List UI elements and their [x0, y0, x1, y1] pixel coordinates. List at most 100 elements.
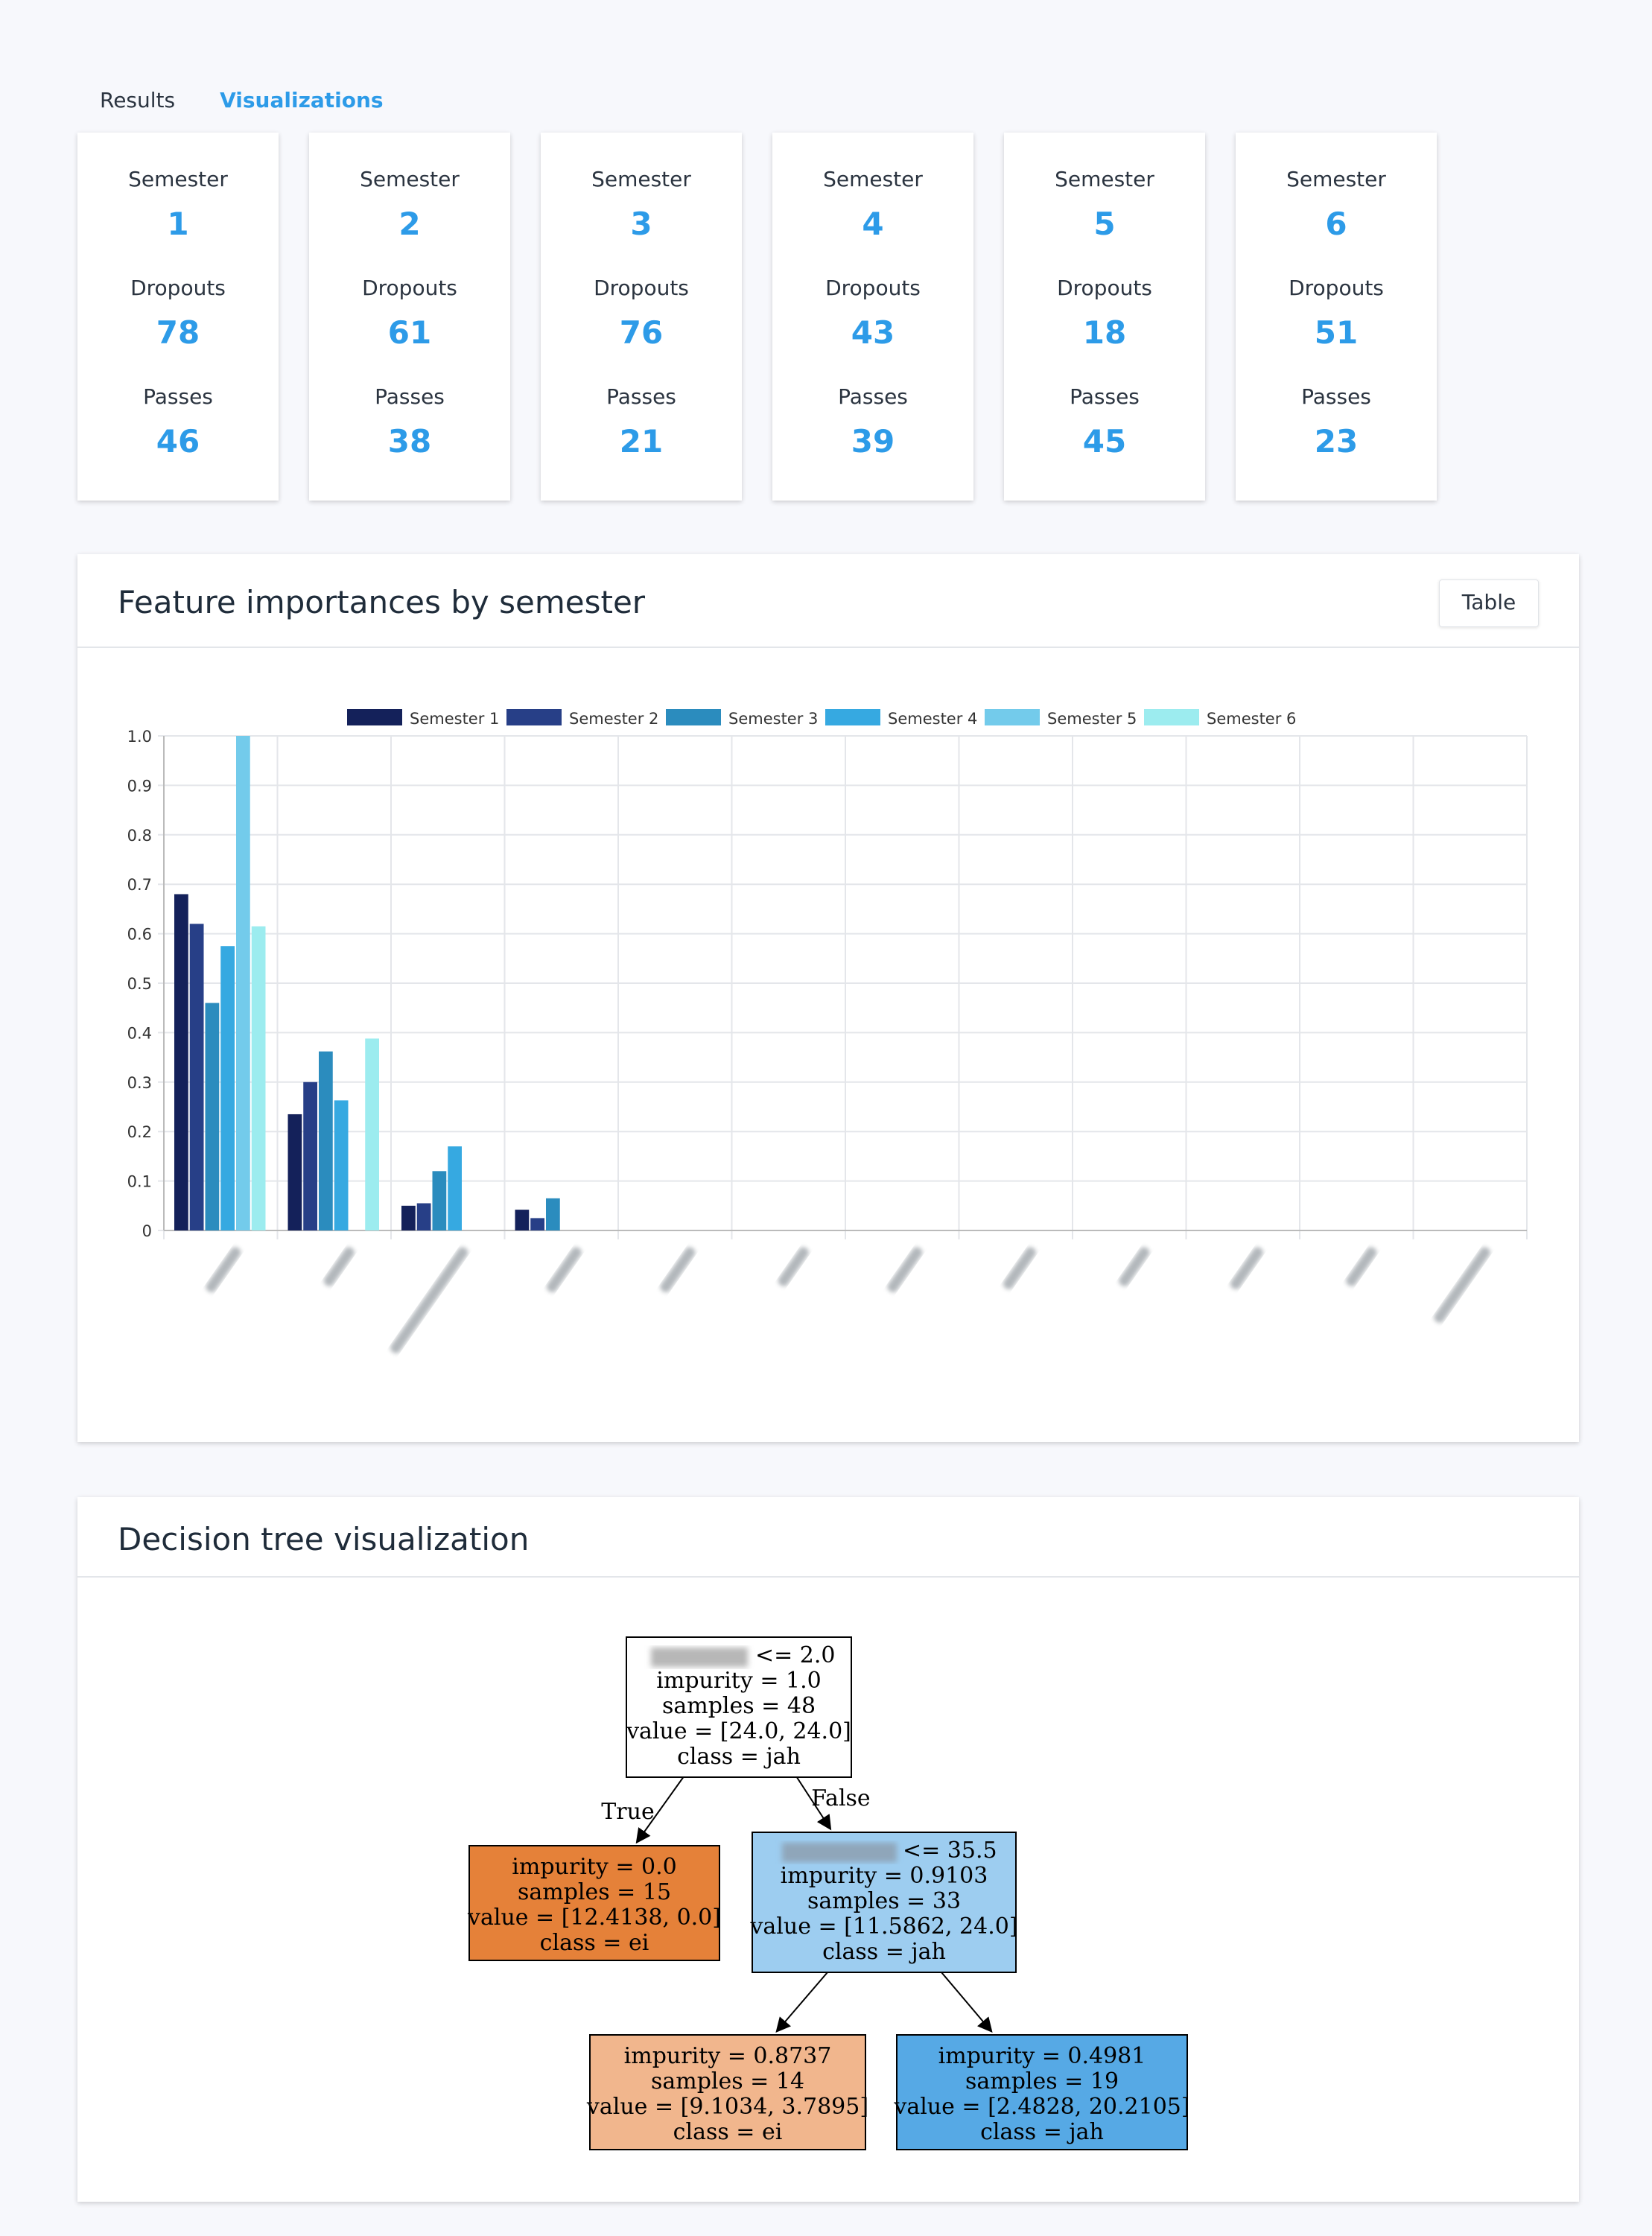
bar-semester-1	[174, 894, 188, 1230]
y-tick-label: 1.0	[127, 728, 152, 746]
bar-semester-3	[432, 1171, 447, 1230]
blurred-feature-name	[651, 1648, 748, 1667]
x-tick-label-blurred	[323, 1247, 355, 1286]
semester-number: 2	[398, 206, 421, 242]
node-class: class = jah	[980, 2119, 1104, 2145]
passes-count: 23	[1314, 423, 1359, 460]
y-tick-label: 0.3	[127, 1074, 152, 1092]
decision-tree-panel: Decision tree visualization True False <…	[77, 1497, 1579, 2202]
node-samples: samples = 33	[807, 1888, 961, 1914]
semester-card-4: Semester 4 Dropouts 43 Passes 39	[772, 133, 973, 501]
legend-label: Semester 5	[1047, 710, 1137, 728]
semester-number: 5	[1093, 206, 1116, 242]
y-tick-label: 0	[142, 1222, 152, 1240]
tab-visualizations[interactable]: Visualizations	[220, 88, 383, 112]
semester-label: Semester	[1286, 167, 1386, 191]
dropouts-count: 18	[1082, 314, 1127, 351]
legend-label: Semester 3	[728, 710, 818, 728]
semester-label: Semester	[128, 167, 228, 191]
semester-card-1: Semester 1 Dropouts 78 Passes 46	[77, 133, 279, 501]
node-samples: samples = 15	[518, 1879, 671, 1905]
panel-title: Decision tree visualization	[118, 1521, 530, 1557]
dropouts-count: 43	[851, 314, 895, 351]
x-tick-label-blurred	[1434, 1247, 1490, 1323]
dropouts-count: 61	[387, 314, 432, 351]
bar-semester-1	[401, 1205, 416, 1230]
feature-importance-chart: 0 0.1 0.2 0.3 0.4 0.5 0.6 0.7 0.8 0.9 1.0 Semester …	[127, 709, 1528, 1353]
legend-label: Semester 6	[1207, 710, 1296, 728]
bar-semester-4	[448, 1146, 462, 1230]
y-tick-label: 0.4	[127, 1024, 152, 1042]
passes-label: Passes	[1301, 384, 1371, 409]
feature-importances-panel: Feature importances by semester Table 00…	[77, 554, 1579, 1442]
dropouts-label: Dropouts	[362, 276, 457, 300]
node-samples: samples = 48	[662, 1693, 816, 1719]
passes-count: 39	[851, 423, 895, 460]
table-button[interactable]: Table	[1439, 579, 1539, 627]
x-tick-label-blurred	[778, 1247, 809, 1286]
node-class: class = jah	[822, 1939, 946, 1965]
passes-label: Passes	[1070, 384, 1140, 409]
semester-label: Semester	[591, 167, 691, 191]
legend-swatch	[506, 709, 562, 725]
semester-label: Semester	[360, 167, 460, 191]
legend-label: Semester 4	[888, 710, 977, 728]
bar-semester-1	[287, 1114, 302, 1230]
tree-edge-left	[775, 1972, 828, 2033]
bar-semester-3	[205, 1003, 220, 1230]
node-samples: samples = 14	[651, 2068, 804, 2094]
node-impurity: impurity = 1.0	[656, 1668, 821, 1694]
dropouts-label: Dropouts	[594, 276, 689, 300]
passes-count: 45	[1082, 423, 1127, 460]
y-tick-label: 0.5	[127, 975, 152, 993]
tree-node-left-leaf: impurity = 0.0 samples = 15 value = [12.…	[467, 1845, 721, 1961]
tab-results[interactable]: Results	[100, 88, 175, 112]
dropouts-label: Dropouts	[1057, 276, 1152, 300]
node-value: value = [11.5862, 24.0]	[749, 1913, 1017, 1940]
semester-number: 1	[167, 206, 189, 242]
node-value: value = [12.4138, 0.0]	[467, 1905, 721, 1931]
semester-card-3: Semester 3 Dropouts 76 Passes 21	[541, 133, 742, 501]
node-class: class = ei	[673, 2119, 783, 2145]
dropouts-count: 78	[156, 314, 200, 351]
legend-swatch	[347, 709, 402, 725]
tree-node-right-right-leaf: impurity = 0.4981 samples = 19 value = […	[893, 2034, 1190, 2150]
passes-count: 46	[156, 423, 200, 460]
bar-semester-2	[530, 1218, 544, 1230]
x-tick-label-blurred	[887, 1247, 923, 1293]
y-tick-label: 0.8	[127, 827, 152, 845]
x-tick-label-blurred	[1346, 1247, 1377, 1286]
passes-label: Passes	[838, 384, 908, 409]
node-impurity: impurity = 0.0	[512, 1854, 676, 1880]
semester-label: Semester	[1055, 167, 1154, 191]
passes-count: 21	[619, 423, 664, 460]
bar-semester-6	[365, 1038, 379, 1230]
bar-semester-2	[303, 1082, 317, 1230]
edge-label-true: True	[601, 1799, 654, 1825]
passes-label: Passes	[606, 384, 676, 409]
semester-label: Semester	[823, 167, 923, 191]
passes-count: 38	[387, 423, 432, 460]
blurred-feature-name	[782, 1843, 897, 1862]
bar-semester-2	[416, 1203, 431, 1230]
dropouts-count: 51	[1314, 314, 1359, 351]
y-tick-label: 0.2	[127, 1123, 152, 1141]
node-samples: samples = 19	[965, 2068, 1119, 2094]
legend-label: Semester 2	[569, 710, 658, 728]
passes-label: Passes	[375, 384, 445, 409]
bar-semester-6	[251, 926, 266, 1230]
node-class: class = jah	[677, 1744, 801, 1770]
passes-label: Passes	[143, 384, 213, 409]
bar-semester-5	[236, 736, 250, 1230]
node-split: <= 35.5	[903, 1838, 997, 1864]
node-split: <= 2.0	[755, 1642, 836, 1668]
tree-edge-right	[941, 1972, 993, 2033]
bar-semester-2	[189, 924, 204, 1230]
x-tick-label-blurred	[206, 1247, 241, 1293]
node-value: value = [9.1034, 3.7895]	[586, 2094, 868, 2120]
bar-semester-4	[220, 946, 235, 1230]
legend-swatch	[985, 709, 1040, 725]
y-tick-label: 0.7	[127, 876, 152, 894]
legend-swatch	[1144, 709, 1199, 725]
x-tick-label-blurred	[546, 1247, 582, 1293]
